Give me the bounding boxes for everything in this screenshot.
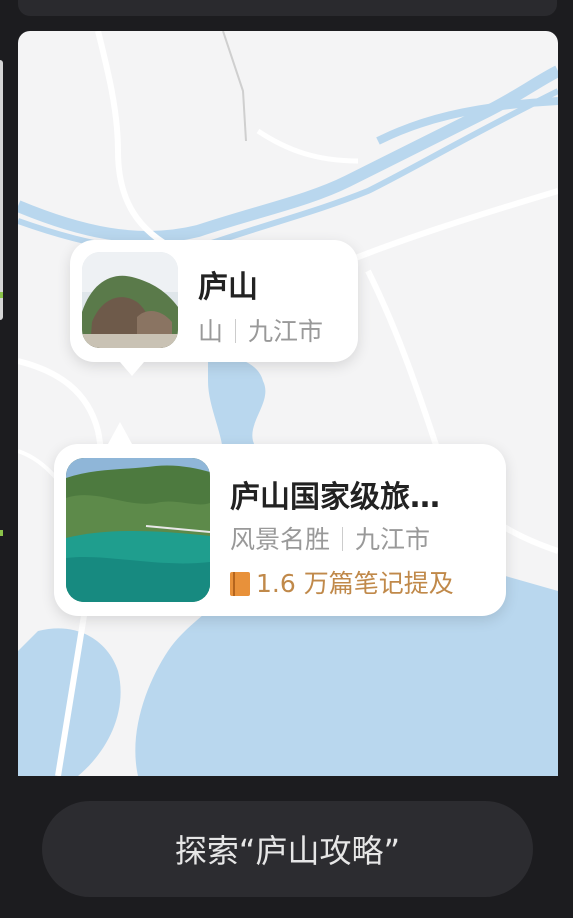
explore-button[interactable]: 探索“庐山攻略” — [42, 801, 533, 897]
poi-city: 九江市 — [355, 525, 431, 554]
meta-divider — [235, 319, 237, 343]
poi-category: 风景名胜 — [230, 525, 331, 554]
background-accent — [0, 292, 3, 298]
notes-text: 1.6 万篇笔记提及 — [256, 569, 454, 598]
poi-meta: 风景名胜 九江市 — [230, 520, 430, 556]
top-panel-edge — [18, 0, 557, 16]
poi-category: 山 — [198, 317, 224, 346]
background-card-edge — [0, 60, 3, 320]
map-view[interactable] — [18, 31, 558, 776]
poi-title: 庐山 — [198, 270, 258, 305]
map-canvas — [18, 31, 558, 776]
poi-meta: 山九江市 — [198, 312, 323, 348]
poi-city: 九江市 — [248, 317, 324, 346]
poi-popup-lushan[interactable]: 庐山 山九江市 — [70, 240, 358, 376]
poi-thumbnail — [66, 458, 210, 602]
poi-popup-lushan-scenic-area[interactable]: 庐山国家级旅… 风景名胜 九江市 1.6 万篇笔记提及 — [54, 422, 506, 616]
poi-title: 庐山国家级旅… — [230, 480, 440, 515]
poi-thumbnail — [82, 252, 178, 348]
book-icon — [230, 572, 250, 596]
background-accent — [0, 530, 3, 536]
poi-notes-count: 1.6 万篇笔记提及 — [230, 564, 454, 600]
meta-divider — [342, 527, 344, 551]
